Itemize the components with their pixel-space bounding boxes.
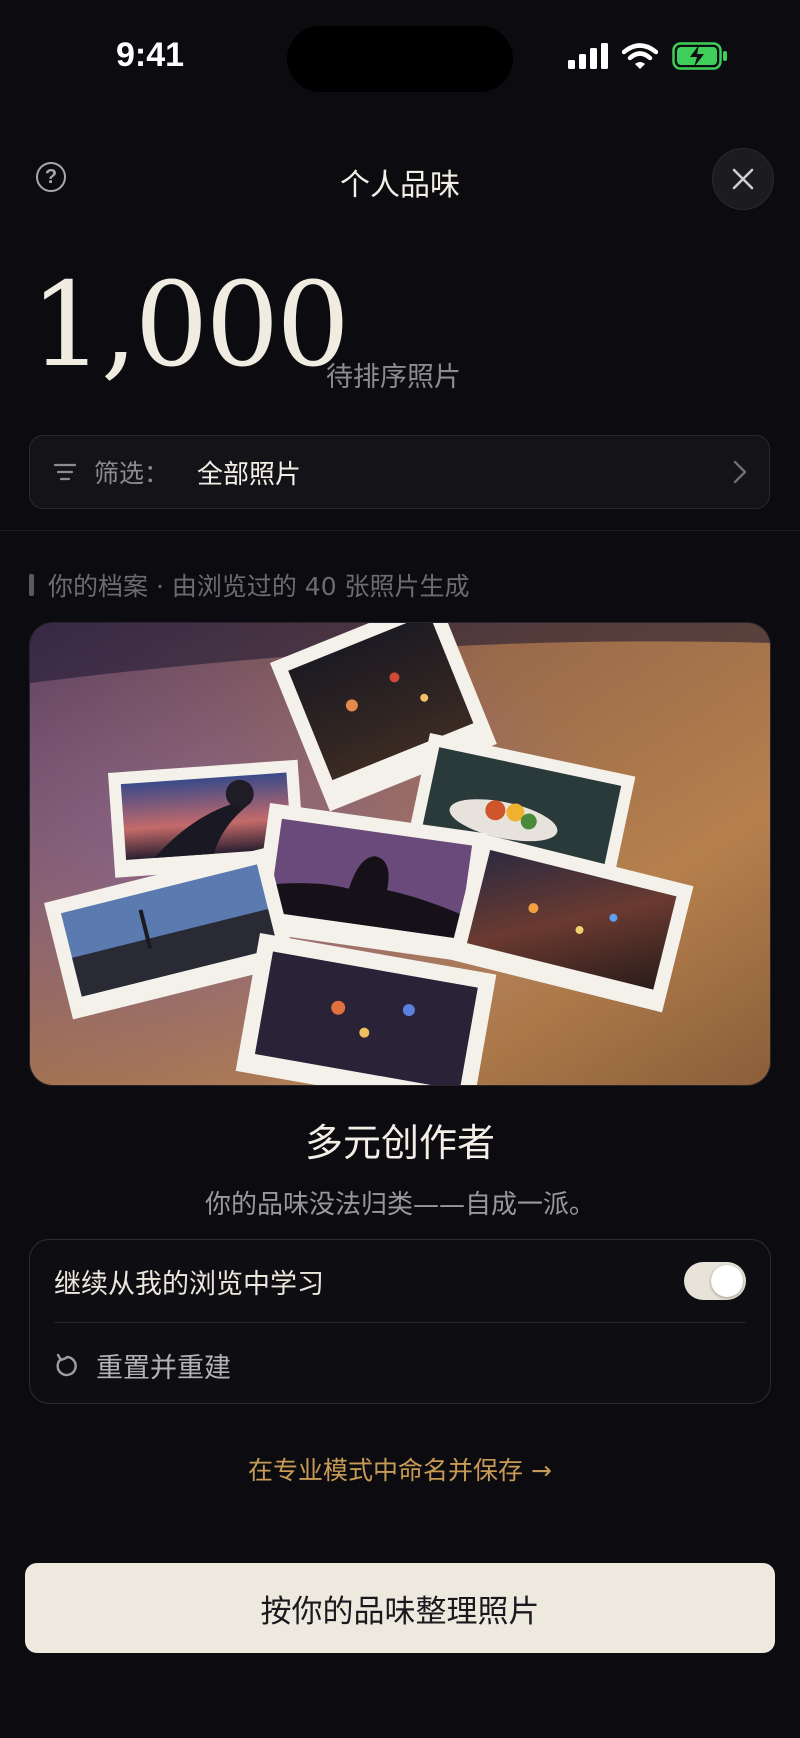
cellular-signal-icon	[568, 43, 608, 69]
dynamic-island	[287, 26, 513, 92]
persona-title: 多元创作者	[304, 1121, 495, 1165]
learn-from-browsing-toggle[interactable]	[684, 1262, 746, 1300]
filter-value: 全部照片	[197, 459, 302, 490]
toggle-knob	[711, 1265, 743, 1297]
section-divider	[0, 530, 800, 531]
card-divider	[54, 1322, 746, 1323]
learning-settings-card: 继续从我的浏览中学习 重置并重建	[29, 1239, 771, 1404]
page-title: 个人品味	[340, 168, 460, 203]
wifi-icon	[622, 43, 658, 69]
status-icons	[568, 42, 728, 70]
reset-rebuild-label: 重置并重建	[96, 1353, 231, 1384]
chevron-right-icon	[733, 460, 747, 484]
status-time: 9:41	[116, 36, 185, 74]
reset-rebuild-button[interactable]: 重置并重建	[54, 1346, 231, 1385]
filter-label: 筛选：	[94, 459, 170, 488]
taste-profile-image	[29, 622, 771, 1086]
archive-marker	[29, 574, 34, 596]
organize-photos-button[interactable]: 按你的品味整理照片	[25, 1563, 775, 1653]
archive-caption: 你的档案 · 由浏览过的 40 张照片生成	[29, 567, 470, 603]
persona-description: 你的品味没法归类——自成一派。	[204, 1190, 595, 1220]
photo-count: 1,000	[30, 258, 350, 393]
close-icon	[732, 168, 754, 190]
pro-mode-save-link[interactable]: 在专业模式中命名并保存 →	[0, 1451, 800, 1487]
reset-icon	[56, 1353, 77, 1376]
photo-count-label: 待排序照片	[326, 362, 461, 393]
learn-from-browsing-label: 继续从我的浏览中学习	[54, 1269, 324, 1300]
filter-bar[interactable]: 筛选： 全部照片	[29, 435, 770, 509]
battery-charging-icon	[672, 42, 727, 70]
close-button[interactable]	[712, 148, 774, 210]
filter-icon	[54, 463, 76, 481]
archive-text: 你的档案 · 由浏览过的 40 张照片生成	[48, 572, 470, 601]
